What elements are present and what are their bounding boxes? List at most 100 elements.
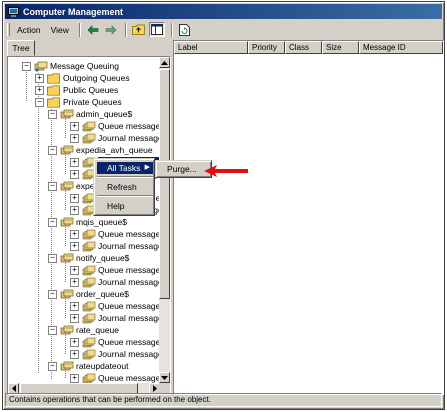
messages-icon [82,133,96,144]
expand-icon[interactable]: + [70,301,79,311]
tree-node-journal-messages[interactable]: + Journal messages [70,240,167,252]
expand-icon[interactable]: + [70,337,79,347]
back-arrow-icon[interactable] [85,22,101,37]
tree-node-queue-messages[interactable]: + Queue messages [70,300,165,312]
expand-icon[interactable]: + [70,277,79,287]
expand-icon[interactable]: + [70,241,79,251]
collapse-icon[interactable]: − [48,325,57,335]
messages-icon [82,241,96,252]
expand-icon[interactable]: + [70,121,79,131]
forward-arrow-icon[interactable] [103,22,119,37]
up-folder-icon[interactable] [131,22,147,37]
column-header-class[interactable]: Class [285,41,322,54]
collapse-icon[interactable]: − [48,217,57,227]
tree-node-journal-messages[interactable]: + Journal messages [70,312,167,324]
column-header-priority[interactable]: Priority [248,41,285,54]
expand-icon[interactable]: + [70,313,79,323]
tree-connector [65,224,66,246]
messages-icon [82,313,96,324]
tree-vertical-scrollbar[interactable] [159,57,170,383]
folder-icon [47,96,61,108]
collapse-icon[interactable]: − [48,181,57,191]
expand-icon[interactable]: + [35,85,44,95]
refresh-icon[interactable] [177,22,193,37]
tree-node-queue[interactable]: − rate_queue [48,324,119,336]
expand-icon[interactable]: + [70,265,79,275]
tree-node-private-queues[interactable]: − Private Queues [35,96,122,108]
menu-item-label: Help [107,201,125,211]
queue-icon [60,217,74,228]
collapse-icon[interactable]: − [48,289,57,299]
tree-node-journal-messages[interactable]: + Journal messages [70,132,167,144]
queue-icon [60,145,74,156]
menu-action[interactable]: Action [13,24,45,36]
collapse-icon[interactable]: − [22,61,31,71]
expand-icon[interactable]: + [70,133,79,143]
tree-node-label: notify_queue$ [76,253,130,263]
tree-node-queue[interactable]: − expe [48,180,94,192]
tree-node-label: rate_queue [76,325,120,335]
toolbar-grip [7,23,10,36]
tree-node-queue-messages[interactable]: + Queue messages [70,228,165,240]
title-bar: Computer Management [5,4,442,19]
tree-node-journal-messages[interactable]: + Journal messages [70,276,167,288]
tree-connector [65,260,66,282]
collapse-icon[interactable]: − [48,109,57,119]
expand-icon[interactable]: + [70,349,79,359]
menu-separator [97,195,153,197]
tree-node-label: Outgoing Queues [63,73,130,83]
tree-node-queue[interactable]: − expedia_avh_queue [48,144,153,156]
folder-icon [47,72,61,84]
collapse-icon[interactable]: − [48,253,57,263]
tree-node-queue[interactable]: − rateupdateout [48,360,128,372]
expand-icon[interactable]: + [70,157,79,167]
tree-node-label: Queue messages [98,301,165,311]
collapse-icon[interactable]: − [35,97,44,107]
status-bar: Contains operations that can be performe… [5,393,442,407]
message-queuing-icon [34,61,48,72]
tree-node-queue-messages[interactable]: + Queue messages [70,336,165,348]
tree-node-message-queuing[interactable]: − Message Queuing [22,60,119,72]
tree-connector [65,152,66,174]
tree-node-queue[interactable]: − order_queue$ [48,288,129,300]
menu-item-all-tasks[interactable]: All Tasks ▶ [97,162,153,174]
tree-node-outgoing-queues[interactable]: + Outgoing Queues [35,72,130,84]
column-header-size[interactable]: Size [322,41,359,54]
tree-node-public-queues[interactable]: + Public Queues [35,84,118,96]
expand-icon[interactable]: + [70,229,79,239]
details-pane[interactable]: Label Priority Class Size Message ID [173,40,444,395]
collapse-icon[interactable]: − [48,145,57,155]
collapse-icon[interactable]: − [48,361,57,371]
tree-node-label: Queue messages [98,373,165,383]
messages-icon [82,229,96,240]
queue-icon [60,361,74,372]
tree-node-journal-messages[interactable]: + Journal messages [70,348,167,360]
expand-icon[interactable]: + [35,73,44,83]
column-header-label[interactable]: Label [174,41,248,54]
tab-tree[interactable]: Tree [7,40,35,56]
tree-node-queue[interactable]: − admin_queue$ [48,108,132,120]
tree-node-queue-messages[interactable]: + Queue messages [70,120,165,132]
expand-icon[interactable]: + [70,193,79,203]
tree-node-queue[interactable]: − mqis_queue$ [48,216,127,228]
menu-item-help[interactable]: Help [97,200,153,212]
scroll-up-button[interactable] [159,57,170,68]
menu-item-purge[interactable]: Purge... [159,164,209,175]
expand-icon[interactable]: + [70,205,79,215]
show-tree-icon[interactable] [148,22,165,37]
scroll-thumb[interactable] [159,69,170,299]
scroll-down-button[interactable] [159,372,170,383]
computer-management-window: Computer Management Action View Tree − M… [2,1,445,410]
messages-icon [82,337,96,348]
queue-icon [60,181,74,192]
menu-item-refresh[interactable]: Refresh [97,181,153,193]
tree-pane[interactable]: − Message Queuing + Outgoing Queues + Pu… [7,56,171,395]
expand-icon[interactable]: + [70,169,79,179]
menu-separator [97,176,153,178]
tree-node-queue[interactable]: − notify_queue$ [48,252,129,264]
tree-node-queue-messages[interactable]: + Queue messages [70,264,165,276]
tree-node-label: Private Queues [63,97,122,107]
expand-icon[interactable]: + [70,373,79,383]
column-header-message-id[interactable]: Message ID [359,41,443,54]
menu-view[interactable]: View [47,24,73,36]
